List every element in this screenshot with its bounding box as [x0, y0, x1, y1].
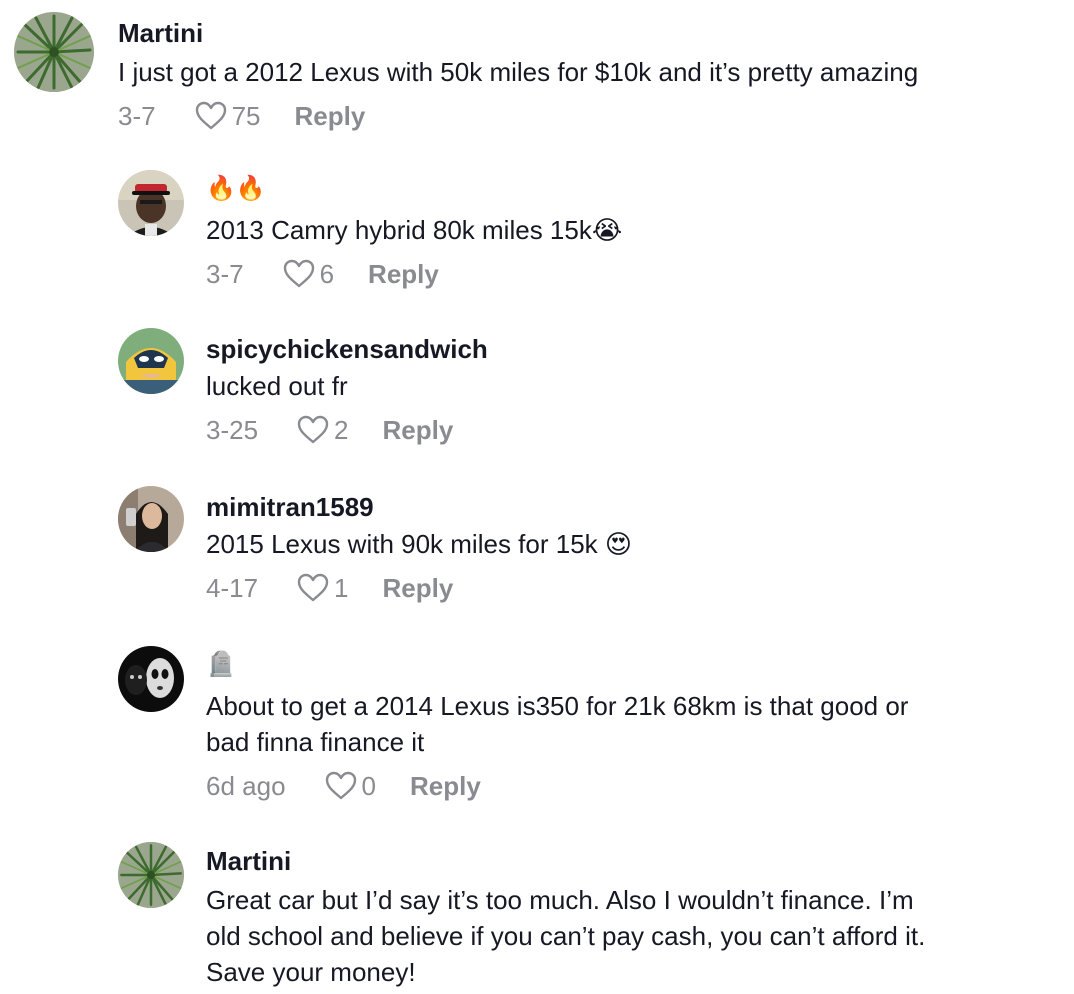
- reply-button[interactable]: Reply: [295, 101, 366, 132]
- comment-date: 6d ago: [206, 770, 286, 801]
- user-avatar[interactable]: [14, 12, 94, 92]
- comment-username[interactable]: Martini: [118, 18, 1054, 48]
- comment-date: 4-17: [206, 572, 259, 603]
- comment-meta: 3-7 6 Reply: [206, 254, 1054, 294]
- comment-text: About to get a 2014 Lexus is350 for 21k …: [206, 691, 909, 757]
- reply-button[interactable]: Reply: [368, 259, 439, 290]
- like-button[interactable]: 6: [282, 258, 334, 290]
- like-count: 2: [334, 414, 349, 445]
- comment-username[interactable]: spicychickensandwich: [206, 334, 1054, 364]
- heart-icon: [325, 771, 356, 800]
- like-button[interactable]: 75: [194, 100, 261, 132]
- comment-date: 3-7: [118, 100, 156, 131]
- comment-meta: 3-25 2 Reply: [206, 410, 1054, 450]
- like-button[interactable]: 0: [324, 770, 376, 802]
- heart-icon: [283, 259, 314, 288]
- reply-button[interactable]: Reply: [410, 771, 481, 802]
- comment-date: 3-25: [206, 414, 259, 445]
- comment-meta: 4-17 1 Reply: [206, 568, 1054, 608]
- like-count: 6: [319, 258, 335, 289]
- user-avatar[interactable]: [118, 486, 184, 552]
- cartoon-hero-avatar-icon: [118, 328, 184, 394]
- heart-icon: [297, 415, 329, 444]
- like-button[interactable]: 1: [296, 572, 349, 604]
- like-count: 0: [361, 770, 376, 801]
- user-avatar[interactable]: [118, 646, 184, 712]
- like-count: 75: [231, 100, 261, 131]
- yucca-plant-avatar-icon: [14, 12, 94, 92]
- heart-icon: [297, 573, 329, 602]
- comment-username[interactable]: mimitran1589: [206, 492, 1054, 522]
- heart-icon: [195, 101, 226, 130]
- user-avatar[interactable]: [118, 328, 184, 394]
- comment-date: 3-7: [206, 258, 244, 289]
- comment-username[interactable]: Martini: [206, 846, 1054, 876]
- reply-button[interactable]: Reply: [383, 573, 454, 604]
- comment-text: I just got a 2012 Lexus with 50k miles f…: [118, 57, 919, 87]
- comment-username[interactable]: 🔥🔥: [206, 174, 1054, 204]
- comment-username[interactable]: 🪦: [206, 650, 1054, 680]
- comment-text: lucked out fr: [206, 371, 348, 401]
- comment-text: 2013 Camry hybrid 80k miles 15k😭: [206, 215, 623, 245]
- comment-meta: 6d ago 0 Reply: [206, 766, 1054, 806]
- comment-text: Great car but I’d say it’s too much. Als…: [206, 885, 926, 987]
- user-avatar[interactable]: [118, 842, 184, 908]
- like-button[interactable]: 2: [296, 414, 349, 446]
- like-count: 1: [334, 572, 349, 603]
- user-avatar[interactable]: [118, 170, 184, 236]
- comment-meta: 3-7 75 Reply: [118, 96, 1054, 136]
- comment-text: 2015 Lexus with 90k miles for 15k 😍: [206, 529, 632, 559]
- dark-faces-avatar-icon: [118, 646, 184, 712]
- yucca-plant-avatar-icon: [118, 842, 184, 908]
- reply-button[interactable]: Reply: [383, 415, 454, 446]
- man-red-cap-avatar-icon: [118, 170, 184, 236]
- selfie-avatar-icon: [118, 486, 184, 552]
